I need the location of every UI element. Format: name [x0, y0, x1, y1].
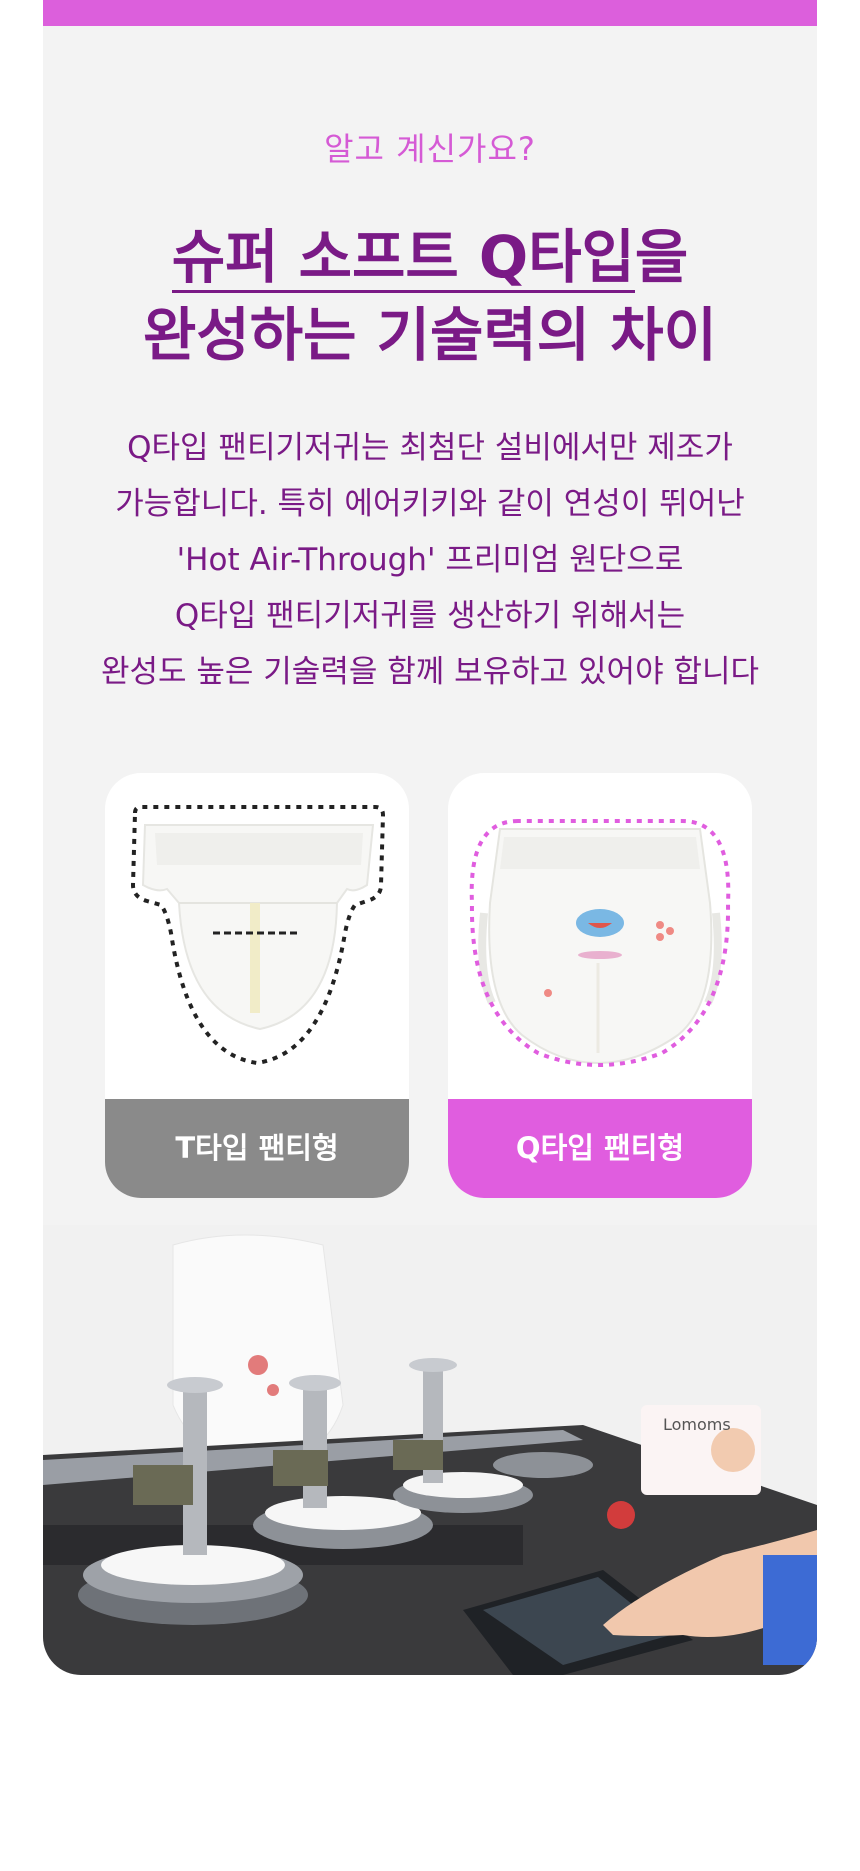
- description-line: 'Hot Air-Through' 프리미엄 원단으로: [176, 542, 684, 578]
- headline-line-1: 슈퍼 소프트 Q타입을: [43, 218, 817, 296]
- description: Q타입 팬티기저귀는 최첨단 설비에서만 제조가 가능합니다. 특히 에어키키와…: [43, 420, 817, 700]
- q-type-label: Q타입 팬티형: [448, 1099, 752, 1198]
- top-accent-bar: [43, 0, 817, 26]
- eyebrow-text: 알고 계신가요?: [324, 130, 536, 168]
- headline: 슈퍼 소프트 Q타입을 완성하는 기술력의 차이: [43, 218, 817, 374]
- testing-machine-photo: Lomoms: [43, 1225, 817, 1675]
- headline-underlined: 슈퍼 소프트 Q타입: [171, 223, 635, 293]
- description-line: Q타입 팬티기저귀를 생산하기 위해서는: [174, 598, 686, 634]
- t-type-diaper-image: [130, 805, 386, 1066]
- headline-suffix: 을: [634, 223, 689, 291]
- q-type-card: Q타입 팬티형: [448, 773, 752, 1198]
- description-line: 가능합니다. 특히 에어키키와 같이 연성이 뛰어난: [115, 486, 745, 522]
- description-line: 완성도 높은 기술력을 함께 보유하고 있어야 합니다: [100, 654, 760, 690]
- description-line: Q타입 팬티기저귀는 최첨단 설비에서만 제조가: [127, 430, 733, 466]
- t-type-card: T타입 팬티형: [105, 773, 409, 1198]
- content-panel: 알고 계신가요? 슈퍼 소프트 Q타입을 완성하는 기술력의 차이 Q타입 팬티…: [43, 0, 817, 1675]
- headline-line-2: 완성하는 기술력의 차이: [143, 301, 717, 369]
- product-box-brand: Lomoms: [663, 1415, 731, 1434]
- q-type-diaper-image: [469, 819, 731, 1067]
- t-type-label: T타입 팬티형: [105, 1099, 409, 1198]
